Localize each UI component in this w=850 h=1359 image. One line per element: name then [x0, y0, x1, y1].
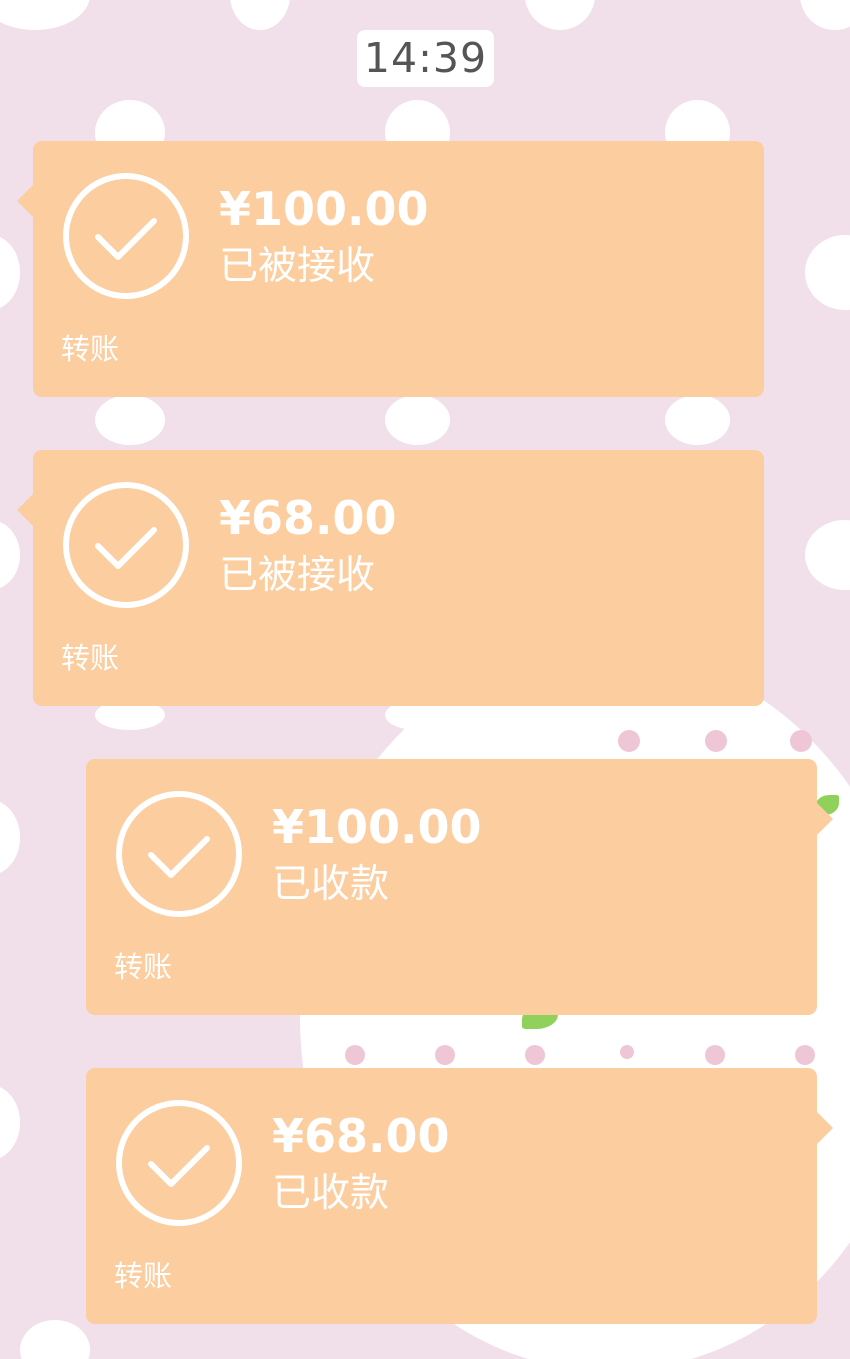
transfer-type-label: 转账 [114, 1259, 173, 1293]
transfer-message-card[interactable]: ¥100.00 已收款 转账 [86, 759, 833, 1015]
card-divider [114, 1252, 789, 1253]
transfer-type-label: 转账 [61, 332, 120, 366]
check-circle-icon [61, 480, 191, 610]
transfer-message-card[interactable]: ¥68.00 已收款 转账 [86, 1068, 833, 1324]
transfer-status: 已被接收 [219, 553, 376, 598]
transfer-amount: ¥68.00 [272, 1109, 450, 1163]
chat-timestamp: 14:39 [357, 30, 494, 87]
card-divider [61, 634, 736, 635]
check-circle-icon [114, 789, 244, 919]
transfer-message-card[interactable]: ¥100.00 已被接收 转账 [17, 141, 764, 397]
transfer-amount: ¥68.00 [219, 491, 397, 545]
card-divider [114, 943, 789, 944]
transfer-status: 已收款 [272, 862, 390, 907]
transfer-type-label: 转账 [114, 950, 173, 984]
transfer-status: 已被接收 [219, 244, 376, 289]
transfer-amount: ¥100.00 [272, 800, 482, 854]
transfer-status: 已收款 [272, 1171, 390, 1216]
transfer-type-label: 转账 [61, 641, 120, 675]
check-circle-icon [114, 1098, 244, 1228]
transfer-amount: ¥100.00 [219, 182, 429, 236]
card-divider [61, 325, 736, 326]
check-circle-icon [61, 171, 191, 301]
transfer-message-card[interactable]: ¥68.00 已被接收 转账 [17, 450, 764, 706]
